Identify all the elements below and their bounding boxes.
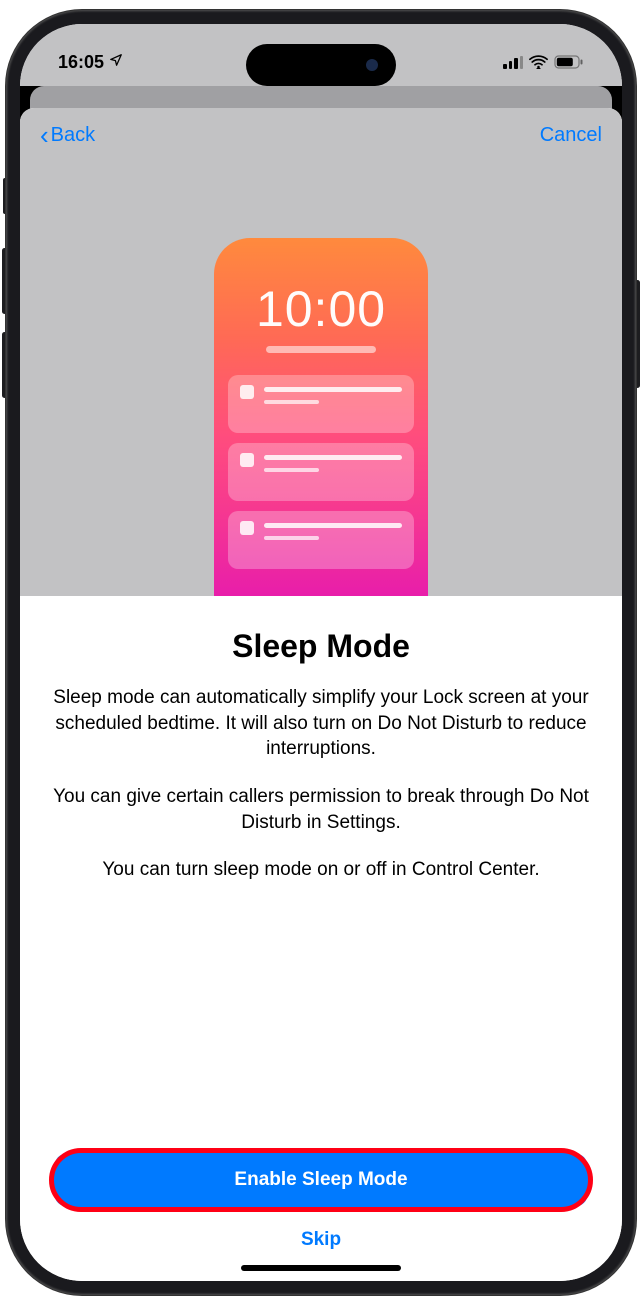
status-time: 16:05: [58, 52, 104, 73]
description-paragraph: You can give certain callers permission …: [48, 784, 594, 835]
preview-time: 10:00: [256, 280, 386, 338]
chevron-left-icon: ‹: [40, 122, 49, 148]
cancel-button[interactable]: Cancel: [540, 124, 602, 147]
cellular-icon: [503, 56, 523, 69]
status-right: [503, 55, 584, 69]
device-frame: 16:05: [6, 10, 636, 1295]
page-title: Sleep Mode: [232, 628, 410, 665]
preview-notification-icon: [240, 521, 254, 535]
modal-sheet: ‹ Back Cancel 10:00: [20, 108, 622, 1281]
skip-button[interactable]: Skip: [301, 1229, 341, 1251]
battery-icon: [554, 55, 584, 69]
wifi-icon: [529, 55, 548, 69]
location-icon: [109, 53, 123, 71]
primary-button-container: Enable Sleep Mode: [48, 1153, 594, 1207]
description-paragraph: Sleep mode can automatically simplify yo…: [48, 685, 594, 762]
dynamic-island: [246, 44, 396, 86]
preview-notification-icon: [240, 385, 254, 399]
preview-notification-icon: [240, 453, 254, 467]
sheet-stack: ‹ Back Cancel 10:00: [20, 86, 622, 1281]
preview-notifications: [214, 375, 428, 569]
back-label: Back: [51, 124, 95, 147]
enable-sleep-mode-button[interactable]: Enable Sleep Mode: [54, 1153, 588, 1207]
content-area: Sleep Mode Sleep mode can automatically …: [20, 596, 622, 1281]
screen: 16:05: [20, 24, 622, 1281]
preview-notification: [228, 511, 414, 569]
nav-bar: ‹ Back Cancel: [20, 108, 622, 162]
preview-divider: [266, 346, 376, 353]
preview-notification: [228, 443, 414, 501]
status-left: 16:05: [58, 52, 123, 73]
home-indicator[interactable]: [241, 1265, 401, 1271]
illustration-area: ‹ Back Cancel 10:00: [20, 108, 622, 596]
back-button[interactable]: ‹ Back: [40, 122, 95, 148]
description-paragraph: You can turn sleep mode on or off in Con…: [102, 857, 539, 883]
preview-notification: [228, 375, 414, 433]
lockscreen-preview: 10:00: [214, 238, 428, 596]
